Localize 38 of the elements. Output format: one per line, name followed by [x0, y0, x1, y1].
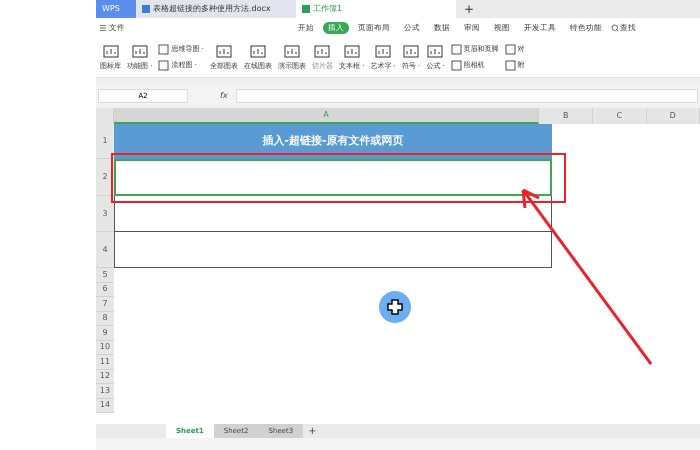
chart-icon: [248, 43, 267, 60]
column-header[interactable]: D: [646, 108, 700, 124]
tab[interactable]: 工作簿1: [296, 0, 456, 18]
chart-icon: [214, 43, 233, 60]
row-header[interactable]: 10: [96, 340, 114, 355]
row-header[interactable]: 12: [96, 370, 114, 384]
column-header[interactable]: C: [592, 108, 646, 124]
row-header[interactable]: 3: [96, 196, 114, 232]
formula-input[interactable]: [236, 89, 698, 103]
selected-cell[interactable]: [114, 159, 552, 196]
row-header[interactable]: 4: [96, 232, 114, 268]
chart-icon: [342, 43, 361, 60]
fx-label: fx: [220, 90, 228, 102]
row-header[interactable]: 1: [96, 124, 114, 159]
chart-icon: [282, 43, 301, 60]
chart-icon: [130, 43, 149, 60]
chart-icon: [102, 43, 120, 60]
tab[interactable]: 表格超链接的多种使用方法.docx: [136, 0, 296, 18]
row-header[interactable]: 6: [96, 282, 114, 297]
document-icon: [142, 5, 150, 13]
spreadsheet-icon: [302, 5, 310, 13]
search-icon: [611, 24, 619, 32]
add-sheet-button[interactable]: +: [303, 424, 322, 438]
chart-icon: [313, 43, 332, 60]
new-tab-button[interactable]: +: [456, 0, 482, 18]
row-header[interactable]: 14: [96, 398, 114, 413]
row-header[interactable]: 9: [96, 326, 114, 340]
menu-icon: [99, 24, 107, 32]
row-header[interactable]: 13: [96, 384, 114, 398]
row-header[interactable]: 5: [96, 268, 114, 282]
title-cell: 插入-超链接-原有文件或网页: [114, 124, 552, 159]
chart-icon: [402, 43, 420, 60]
chart-icon: [426, 43, 444, 60]
row-header[interactable]: 8: [96, 312, 114, 326]
chart-icon: [374, 43, 392, 60]
row-header[interactable]: 11: [96, 355, 114, 370]
row-header[interactable]: 7: [96, 297, 114, 312]
cursor-icon: [379, 291, 411, 323]
